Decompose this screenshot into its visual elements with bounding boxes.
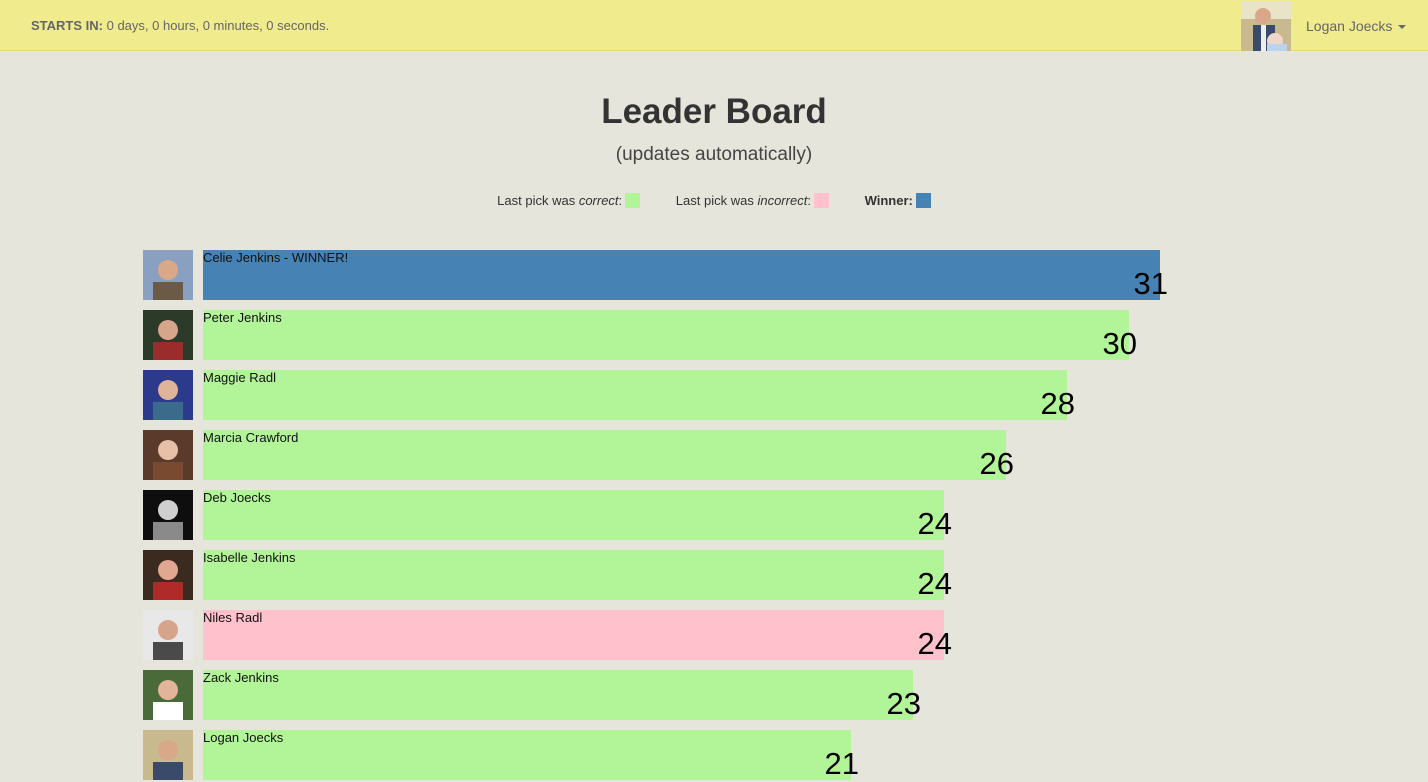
avatar xyxy=(143,250,193,300)
player-name: Maggie Radl xyxy=(203,370,276,385)
player-score: 26 xyxy=(979,446,1014,481)
leaderboard-row: Peter Jenkins 30 xyxy=(143,310,1243,361)
score-bar: Celie Jenkins - WINNER! 31 xyxy=(203,250,1168,301)
player-name: Zack Jenkins xyxy=(203,670,279,685)
player-score: 30 xyxy=(1102,326,1137,361)
leaderboard-row: Niles Radl 24 xyxy=(143,610,1243,661)
leaderboard-row: Deb Joecks 24 xyxy=(143,490,1243,541)
player-name: Isabelle Jenkins xyxy=(203,550,296,565)
player-score: 24 xyxy=(917,506,952,541)
legend-correct-prefix: Last pick was xyxy=(497,192,579,208)
avatar xyxy=(143,610,193,660)
leaderboard-row: Logan Joecks 21 xyxy=(143,730,1243,781)
countdown-value: 0 days, 0 hours, 0 minutes, 0 seconds. xyxy=(106,18,330,33)
avatar xyxy=(143,490,193,540)
leaderboard-row: Marcia Crawford 26 xyxy=(143,430,1243,481)
leaderboard-row: Celie Jenkins - WINNER! 31 xyxy=(143,250,1243,301)
leaderboard-row: Maggie Radl 28 xyxy=(143,370,1243,421)
score-bar: Maggie Radl 28 xyxy=(203,370,1075,421)
legend-incorrect-em: incorrect xyxy=(757,192,808,208)
player-score: 31 xyxy=(1133,266,1168,301)
player-name: Marcia Crawford xyxy=(203,430,299,445)
avatar xyxy=(143,730,193,780)
legend-correct: Last pick was correct: xyxy=(497,192,641,209)
avatar xyxy=(143,670,193,720)
user-avatar[interactable] xyxy=(1241,1,1291,51)
top-navbar: STARTS IN: 0 days, 0 hours, 0 minutes, 0… xyxy=(0,0,1428,51)
player-score: 24 xyxy=(917,566,952,601)
winner-swatch xyxy=(915,192,931,208)
avatar xyxy=(143,550,193,600)
caret-down-icon xyxy=(1398,25,1407,30)
score-bar: Deb Joecks 24 xyxy=(203,490,952,541)
countdown-label: STARTS IN: xyxy=(31,18,103,33)
user-name: Logan Joecks xyxy=(1306,18,1393,34)
avatar xyxy=(143,430,193,480)
legend-incorrect: Last pick was incorrect: xyxy=(676,193,829,209)
player-score: 21 xyxy=(824,746,859,781)
countdown: STARTS IN: 0 days, 0 hours, 0 minutes, 0… xyxy=(31,18,329,33)
player-score: 23 xyxy=(886,686,921,721)
score-bar: Zack Jenkins 23 xyxy=(203,670,921,721)
score-bar: Isabelle Jenkins 24 xyxy=(203,550,952,601)
leaderboard-row: Isabelle Jenkins 24 xyxy=(143,550,1243,601)
score-bar: Logan Joecks 21 xyxy=(203,730,859,781)
user-menu-dropdown[interactable]: Logan Joecks xyxy=(1306,18,1407,34)
score-bar: Peter Jenkins 30 xyxy=(203,310,1137,361)
score-bar: Niles Radl 24 xyxy=(203,610,952,661)
score-bar: Marcia Crawford 26 xyxy=(203,430,1014,481)
player-score: 24 xyxy=(917,626,952,661)
legend-incorrect-prefix: Last pick was xyxy=(675,192,758,208)
player-name: Peter Jenkins xyxy=(203,310,282,325)
legend: Last pick was correct: Last pick was inc… xyxy=(0,192,1428,209)
legend-correct-em: correct xyxy=(578,192,619,208)
avatar xyxy=(143,370,193,420)
player-name: Celie Jenkins - WINNER! xyxy=(203,250,349,265)
player-name: Niles Radl xyxy=(203,610,263,625)
correct-swatch xyxy=(625,192,641,208)
page-title: Leader Board xyxy=(601,92,827,131)
player-name: Deb Joecks xyxy=(203,490,271,505)
player-name: Logan Joecks xyxy=(203,730,284,745)
legend-winner: Winner: xyxy=(865,193,931,209)
page-subtitle: (updates automatically) xyxy=(615,144,813,165)
player-score: 28 xyxy=(1040,386,1075,421)
leaderboard-row: Zack Jenkins 23 xyxy=(143,670,1243,721)
incorrect-swatch xyxy=(813,192,829,208)
legend-winner-label: Winner: xyxy=(864,192,913,208)
avatar xyxy=(143,310,193,360)
